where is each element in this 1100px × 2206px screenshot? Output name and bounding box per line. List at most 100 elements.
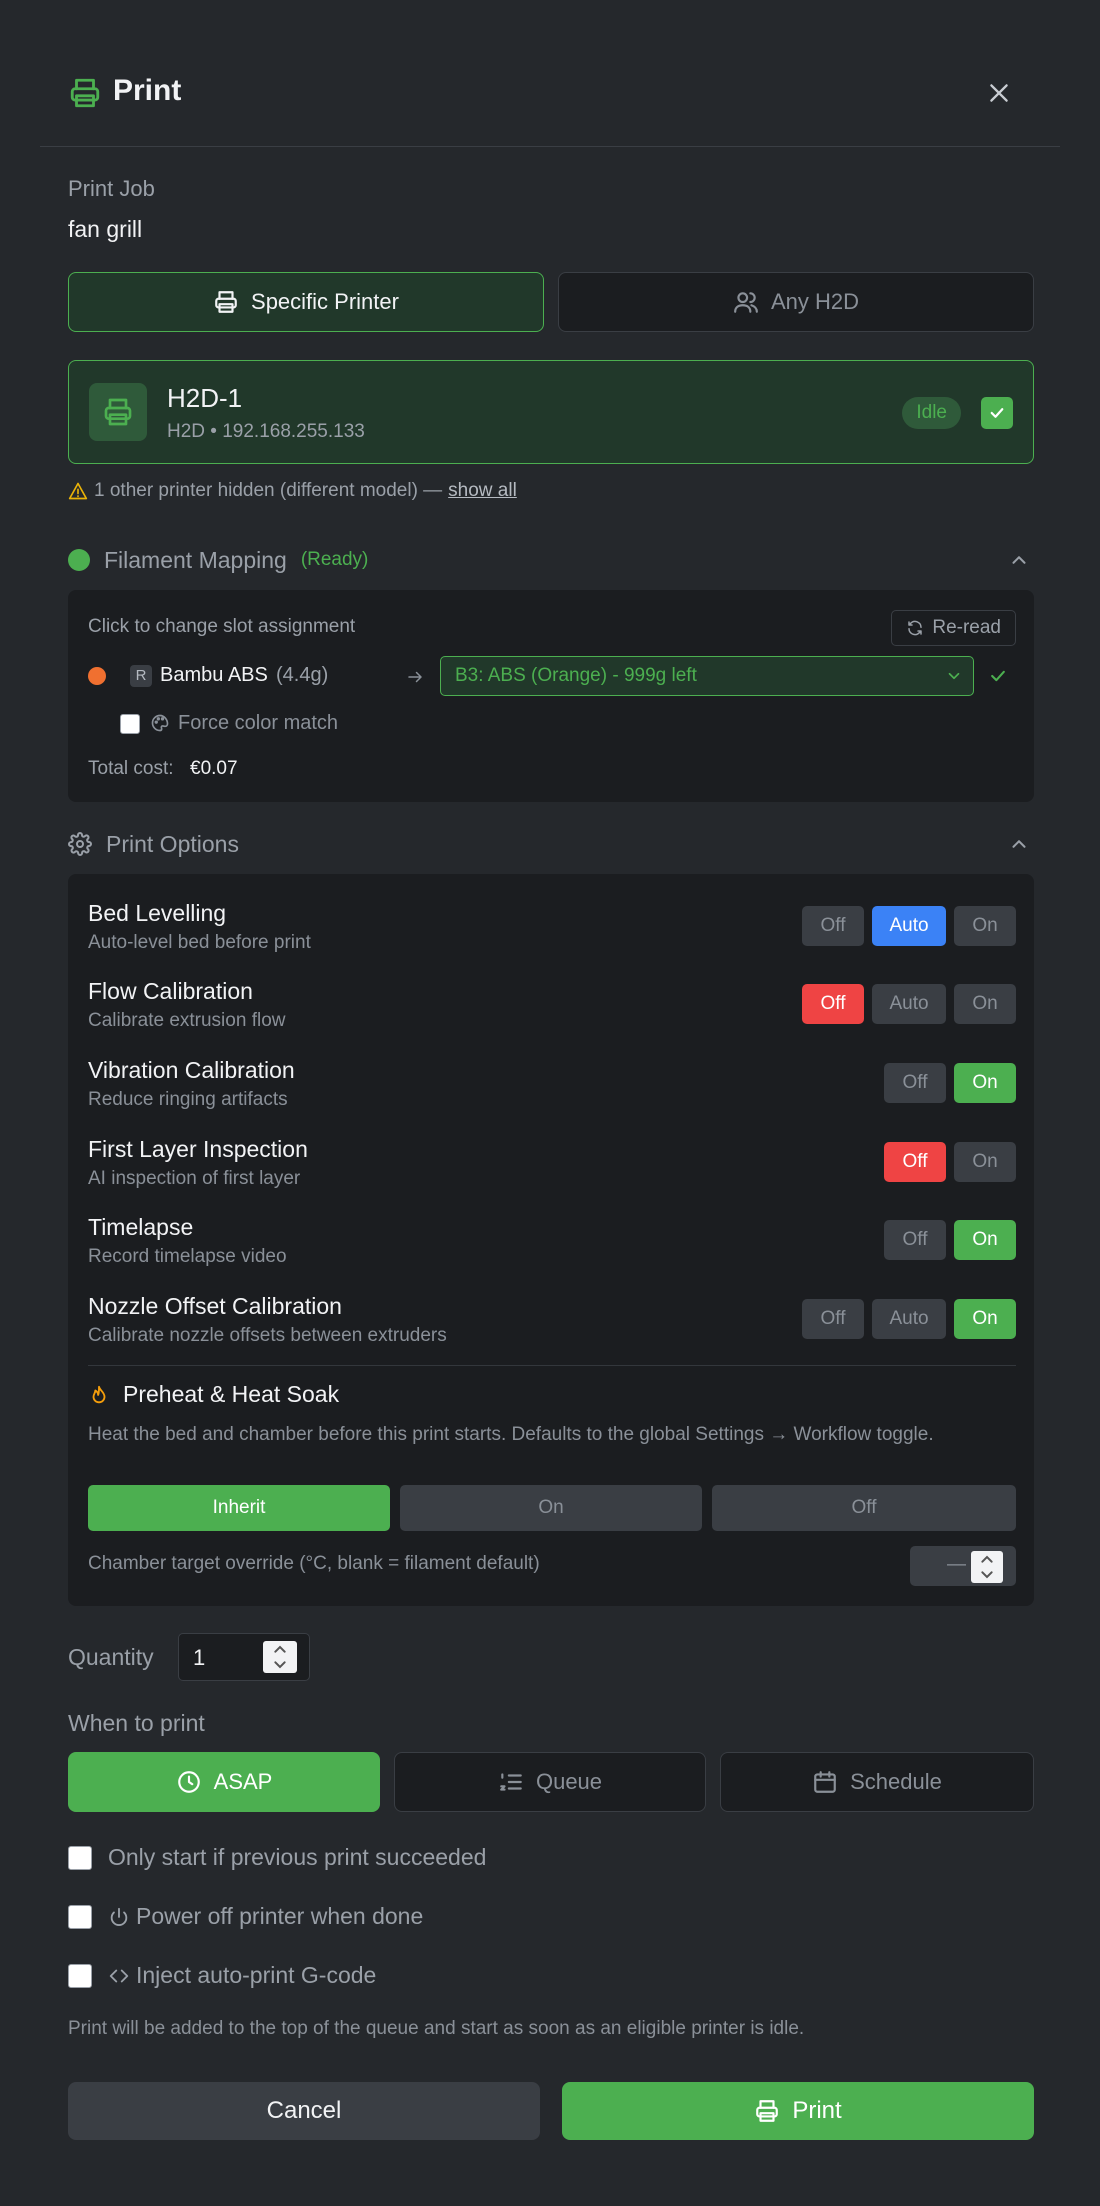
dialog-header: Print [40,0,1060,147]
option-title: Bed Levelling [88,900,227,926]
printer-name: H2D-1 [167,383,243,413]
chevron-up-icon[interactable] [1008,549,1030,571]
filament-mapping-panel: Click to change slot assignment Re-read … [68,590,1034,802]
option-row-first-layer-inspection: First Layer Inspection AI inspection of … [88,1136,1016,1202]
option-title: Timelapse [88,1214,194,1240]
inject-gcode-checkbox[interactable] [68,1963,92,1988]
option-row-timelapse: Timelapse Record timelapse video Off On [88,1214,1016,1280]
vibration-calibration-off[interactable]: Off [884,1063,946,1103]
print-options-header[interactable]: Print Options [68,828,239,860]
nozzle-offset-off[interactable]: Off [802,1299,864,1339]
flow-calibration-off[interactable]: Off [802,984,864,1024]
reread-button[interactable]: Re-read [891,610,1016,646]
total-cost-label: Total cost: [88,758,174,779]
nozzle-offset-auto[interactable]: Auto [872,1299,946,1339]
power-icon [110,1907,128,1926]
preheat-desc: Heat the bed and chamber before this pri… [88,1424,934,1445]
print-label: Print [792,2097,842,2124]
quantity-spinner[interactable] [263,1641,297,1673]
option-desc: Calibrate nozzle offsets between extrude… [88,1325,447,1346]
chamber-target-input[interactable]: — [910,1546,1016,1586]
force-color-checkbox[interactable] [120,714,140,734]
close-icon[interactable] [986,80,1012,106]
option-desc: Calibrate extrusion flow [88,1010,286,1031]
option-row-flow-calibration: Flow Calibration Calibrate extrusion flo… [88,978,1016,1044]
show-all-link[interactable]: show all [448,480,517,502]
only-if-success-checkbox[interactable] [68,1845,92,1870]
stepper-spinner[interactable] [971,1551,1003,1583]
quantity-stepper[interactable]: 1 [178,1633,310,1681]
power-off-checkbox[interactable] [68,1904,92,1929]
divider [88,1365,1016,1366]
chamber-target-label: Chamber target override (°C, blank = fil… [88,1553,540,1574]
first-layer-inspection-on[interactable]: On [954,1142,1016,1182]
chevron-down-icon [948,672,960,680]
filament-weight: (4.4g) [276,664,329,686]
preheat-inherit-button[interactable]: Inherit [88,1485,390,1531]
power-off-option[interactable]: Power off printer when done [68,1903,423,1930]
specific-printer-button[interactable]: Specific Printer [68,272,544,332]
option-desc: Reduce ringing artifacts [88,1089,288,1110]
option-toggle-group: Off On [884,1142,1016,1182]
preheat-title: Preheat & Heat Soak [123,1381,340,1407]
asap-button[interactable]: ASAP [68,1752,380,1812]
cancel-button[interactable]: Cancel [68,2082,540,2140]
option-toggle-group: Off On [884,1063,1016,1103]
flow-calibration-on[interactable]: On [954,984,1016,1024]
option-toggle-group: Off Auto On [802,1299,1016,1339]
option-title: Vibration Calibration [88,1057,295,1083]
filament-color-dot [88,667,106,685]
warning-icon [68,482,88,500]
nozzle-offset-on[interactable]: On [954,1299,1016,1339]
any-h2d-button[interactable]: Any H2D [558,272,1034,332]
vibration-calibration-on[interactable]: On [954,1063,1016,1103]
option-title: First Layer Inspection [88,1136,308,1162]
print-button[interactable]: Print [562,2082,1034,2140]
hidden-printers-notice: 1 other printer hidden (different model)… [68,480,517,502]
option-row-nozzle-offset-calibration: Nozzle Offset Calibration Calibrate nozz… [88,1293,1016,1359]
queue-button[interactable]: Queue [394,1752,706,1812]
gear-icon [68,832,92,856]
printer-icon [756,2100,779,2122]
filament-mapping-header[interactable]: Filament Mapping (Ready) [68,544,368,576]
preheat-off-button[interactable]: Off [712,1485,1016,1531]
schedule-button[interactable]: Schedule [720,1752,1034,1812]
first-layer-inspection-off[interactable]: Off [884,1142,946,1182]
option-toggle-group: Off Auto On [802,984,1016,1024]
chevron-up-icon[interactable] [1008,833,1030,855]
filament-mapping-title: Filament Mapping [104,546,287,573]
timelapse-off[interactable]: Off [884,1220,946,1260]
option-toggle-group: Off Auto On [802,906,1016,946]
slot-select[interactable]: B3: ABS (Orange) - 999g left [440,656,974,696]
refresh-icon [908,620,923,636]
print-options-panel: Bed Levelling Auto-level bed before prin… [68,874,1034,1606]
chevron-up-icon [981,1555,993,1563]
filament-name: Bambu ABS [160,664,268,686]
flow-calibration-auto[interactable]: Auto [872,984,946,1024]
print-dialog: Print Print Job fan grill Specific Print… [0,0,1100,2206]
filament-badge: R [130,665,152,687]
only-if-success-option[interactable]: Only start if previous print succeeded [68,1844,486,1871]
printer-card[interactable]: H2D-1 H2D • 192.168.255.133 Idle [68,360,1034,464]
slot-hint: Click to change slot assignment [88,616,356,637]
print-options-title: Print Options [106,830,239,857]
bed-levelling-off[interactable]: Off [802,906,864,946]
preheat-on-button[interactable]: On [400,1485,702,1531]
chevron-up-icon [274,1645,286,1653]
cancel-label: Cancel [266,2097,342,2124]
users-icon [734,292,758,313]
force-color-label: Force color match [178,712,339,734]
option-row-bed-levelling: Bed Levelling Auto-level bed before prin… [88,900,1016,966]
option-title: Flow Calibration [88,978,253,1004]
arrow-right-icon [408,671,422,683]
total-cost-value: €0.07 [190,758,238,779]
printer-avatar [89,383,147,441]
reread-label: Re-read [932,617,1001,638]
inject-gcode-option[interactable]: Inject auto-print G-code [68,1962,376,1989]
print-job-label: Print Job [68,176,155,201]
timelapse-on[interactable]: On [954,1220,1016,1260]
bed-levelling-on[interactable]: On [954,906,1016,946]
printer-icon [70,78,100,108]
bed-levelling-auto[interactable]: Auto [872,906,946,946]
printer-select-checkbox[interactable] [981,397,1013,429]
